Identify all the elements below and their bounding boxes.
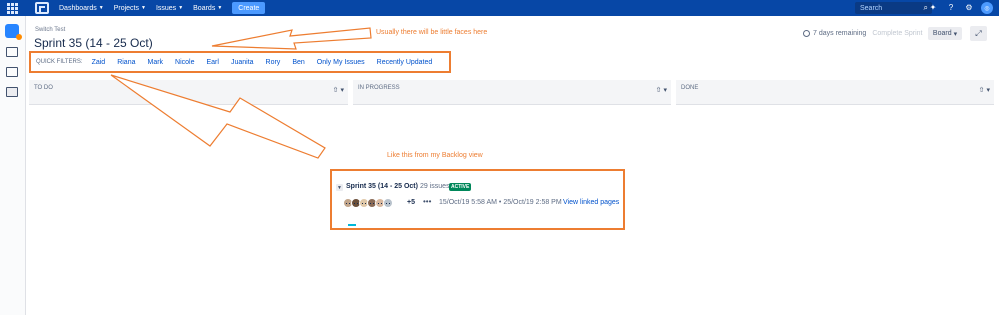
chevron-down-icon: ▼ <box>141 5 146 11</box>
backlog-sprint-title: Sprint 35 (14 - 25 Oct) <box>346 183 418 190</box>
filter-riana[interactable]: Riana <box>117 59 135 66</box>
backlog-icon[interactable] <box>6 47 18 57</box>
assignee-avatars <box>343 198 393 208</box>
profile-avatar-icon[interactable]: ◎ <box>981 2 993 14</box>
avatar[interactable] <box>383 198 393 208</box>
reports-icon[interactable] <box>6 67 18 77</box>
complete-sprint-button[interactable]: Complete Sprint <box>872 30 922 37</box>
column-menu-icon[interactable]: ⇧ ▾ <box>656 86 667 94</box>
notifications-icon[interactable]: ✦ <box>927 2 939 14</box>
page-title: Sprint 35 (14 - 25 Oct) <box>34 36 153 50</box>
sprint-dates: 15/Oct/19 5:58 AM • 25/Oct/19 2:58 PM <box>439 199 562 206</box>
settings-icon[interactable]: ⚙ <box>963 2 975 14</box>
nav-boards-label: Boards <box>193 4 216 12</box>
status-badge: ACTIVE <box>449 183 472 191</box>
nav-issues[interactable]: Issues ▼ <box>156 5 183 12</box>
chevron-down-icon[interactable]: ▼ <box>336 184 343 191</box>
help-icon[interactable]: ? <box>945 2 957 14</box>
search-placeholder: Search <box>860 4 883 12</box>
column-body-todo <box>29 105 348 315</box>
column-title: DONE <box>681 85 699 91</box>
jira-board-page: Dashboards ▼ Projects ▼ Issues ▼ Boards ▼ Cr… <box>0 0 999 315</box>
more-avatars[interactable]: +5 <box>407 199 415 206</box>
column-title: IN PROGRESS <box>358 85 400 91</box>
filter-zaid[interactable]: Zaid <box>92 59 106 66</box>
nav-dashboards-label: Dashboards <box>59 4 97 12</box>
backlog-annotation: Like this from my Backlog view <box>387 152 483 159</box>
filter-nicole[interactable]: Nicole <box>175 59 194 66</box>
column-header-todo: TO DO ⇧ ▾ <box>29 80 348 105</box>
filter-recently-updated[interactable]: Recently Updated <box>377 59 433 66</box>
more-options-icon[interactable]: ••• <box>423 197 431 206</box>
project-sidebar <box>0 16 26 315</box>
nav-boards[interactable]: Boards ▼ <box>193 5 222 12</box>
column-header-done: DONE ⇧ ▾ <box>676 80 994 105</box>
filter-juanita[interactable]: Juanita <box>231 59 254 66</box>
board-button[interactable]: Board ▾ <box>928 27 962 40</box>
chevron-down-icon: ▼ <box>217 5 223 11</box>
nav-projects-label: Projects <box>113 4 139 12</box>
jira-logo-icon[interactable] <box>35 2 49 14</box>
breadcrumb[interactable]: Switch Test <box>35 27 65 33</box>
filter-earl[interactable]: Earl <box>207 59 219 66</box>
board-icon[interactable] <box>6 87 18 97</box>
nav-issues-label: Issues <box>155 4 177 12</box>
board-button-label: Board <box>932 30 952 37</box>
column-menu-icon[interactable]: ⇧ ▾ <box>333 86 344 94</box>
top-navigation: Dashboards ▼ Projects ▼ Issues ▼ Boards ▼ Cr… <box>0 0 999 16</box>
backlog-sprint-snippet: ▼ Sprint 35 (14 - 25 Oct) 29 issues ACTI… <box>330 169 625 230</box>
chevron-down-icon: ▼ <box>98 5 104 11</box>
arrow-to-header <box>211 27 372 50</box>
project-avatar[interactable] <box>5 24 22 40</box>
quick-filters-label: QUICK FILTERS: <box>36 59 83 65</box>
sprint-timer: 7 days remaining Complete Sprint <box>803 30 923 37</box>
chevron-down-icon: ▼ <box>178 5 184 11</box>
app-switcher-icon[interactable] <box>7 2 21 14</box>
top-icons: ✦ ? ⚙ ◎ <box>927 2 999 14</box>
column-title: TO DO <box>34 85 53 91</box>
quick-filters: QUICK FILTERS: Zaid Riana Mark Nicole Ea… <box>29 51 451 73</box>
search-input[interactable]: Search ⌕ <box>855 2 932 14</box>
days-remaining: 7 days remaining <box>813 30 867 37</box>
expand-icon[interactable]: ⤢ <box>970 26 987 41</box>
nav-projects[interactable]: Projects ▼ <box>114 5 146 12</box>
filter-only-my-issues[interactable]: Only My Issues <box>317 59 365 66</box>
filter-ben[interactable]: Ben <box>292 59 304 66</box>
issue-count: 29 issues <box>420 183 450 190</box>
filter-rory[interactable]: Rory <box>266 59 281 66</box>
clock-icon <box>803 30 810 37</box>
view-linked-pages-link[interactable]: View linked pages <box>563 199 619 206</box>
column-menu-icon[interactable]: ⇧ ▾ <box>979 86 990 94</box>
chevron-down-icon: ▾ <box>953 30 958 38</box>
column-body-done <box>676 105 994 315</box>
filter-mark[interactable]: Mark <box>147 59 163 66</box>
nav-dashboards[interactable]: Dashboards ▼ <box>59 5 104 12</box>
progress-indicator <box>348 224 356 226</box>
create-button[interactable]: Create <box>232 2 266 14</box>
faces-annotation: Usually there will be little faces here <box>376 29 488 36</box>
column-header-in-progress: IN PROGRESS ⇧ ▾ <box>353 80 671 105</box>
